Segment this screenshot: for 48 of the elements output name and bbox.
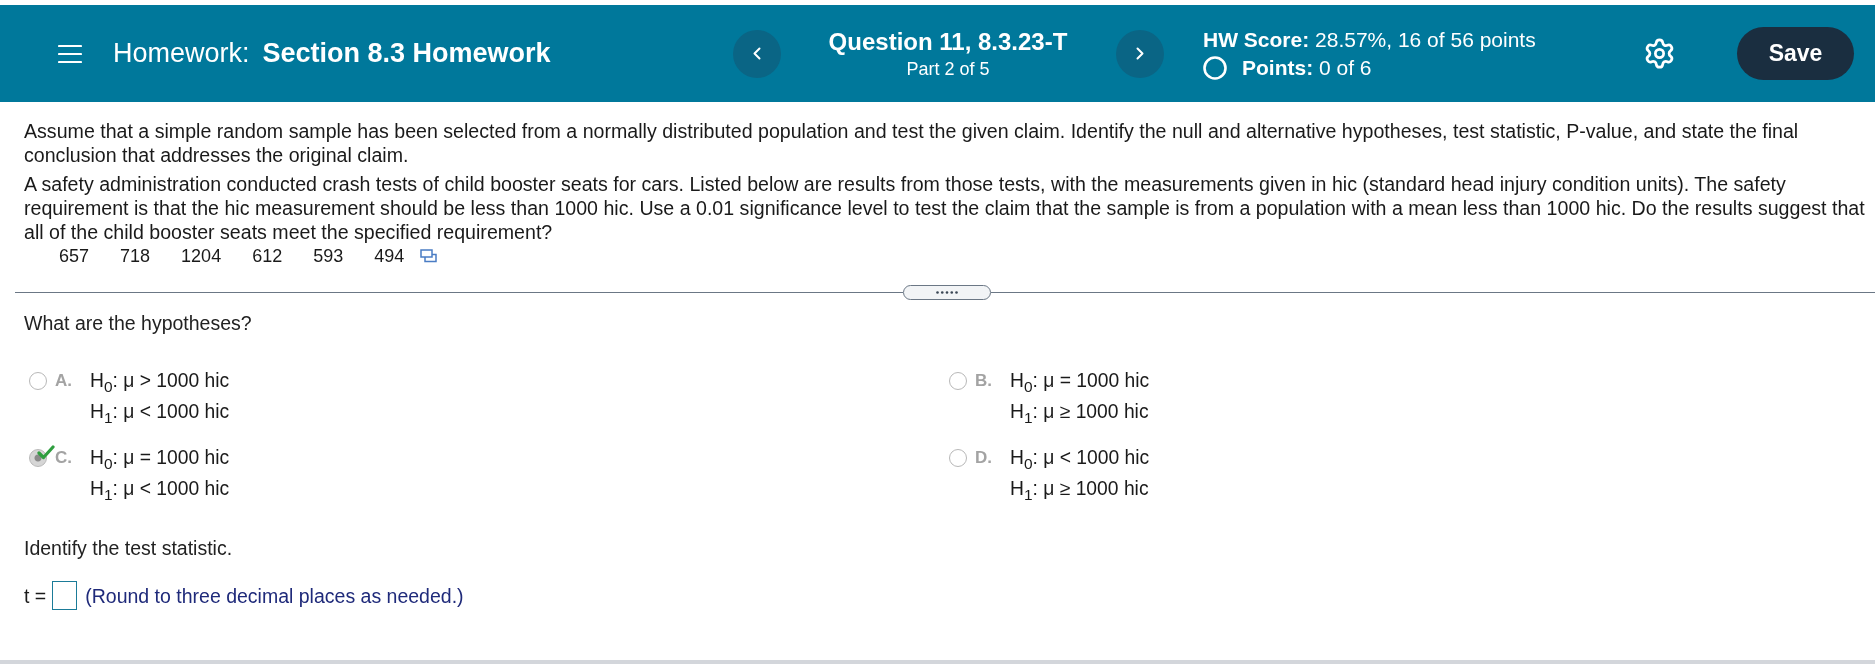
- circle-icon: [1203, 55, 1227, 80]
- null-hypothesis: H$_{0}$: μ < 1000 hic: [1010, 446, 1150, 473]
- data-value: 612: [252, 245, 283, 268]
- points-text: Points: 0 of 6: [1242, 54, 1372, 81]
- t-label: t =: [24, 583, 47, 608]
- data-value: 593: [313, 245, 344, 268]
- null-hypothesis: H$_{0}$: μ = 1000 hic: [1010, 369, 1150, 396]
- dots-icon: [936, 291, 958, 294]
- alternative-hypothesis: H$_{1}$: μ < 1000 hic: [90, 477, 230, 504]
- option-letter: C.: [55, 447, 73, 469]
- data-value: 718: [120, 245, 151, 268]
- data-value: 1204: [181, 245, 222, 268]
- resize-handle[interactable]: [903, 285, 991, 300]
- null-hypothesis: H$_{0}$: μ = 1000 hic: [90, 446, 230, 473]
- test-statistic-prompt: Identify the test statistic.: [24, 536, 234, 560]
- rounding-hint: (Round to three decimal places as needed.): [85, 583, 464, 608]
- copy-icon: [420, 249, 438, 263]
- instructions-text: Assume that a simple random sample has been selected from a normally distributed population and test the given claim. Identify the null and alternative hypotheses, test statistic, P-value, and state the final conclusion that addresses the original claim.: [24, 119, 1800, 167]
- alternative-hypothesis: H$_{1}$: μ < 1000 hic: [90, 400, 230, 427]
- radio-button[interactable]: [29, 371, 47, 390]
- settings-button[interactable]: [1643, 37, 1676, 70]
- checkmark-icon: [37, 445, 55, 460]
- hypotheses-prompt: What are the hypotheses?: [24, 311, 253, 335]
- problem-text: A safety administration conducted crash tests of child booster seats for cars. Listed below are results from those tests, with the measurements given in hic (standard head injury condition units). The safety requirement is that the hic measurement should be less than 1000 hic. Use a 0.01 significance level to test the claim that the sample is from a population with a mean less than 1000 hic. Do the results suggest that all of the child booster seats meet the specified requirement?: [24, 172, 1866, 244]
- homework-title: Section 8.3 Homework: [262, 38, 551, 69]
- question-title: Question 11, 8.3.23-T: [828, 27, 1068, 56]
- null-hypothesis: H$_{0}$: μ > 1000 hic: [90, 369, 230, 396]
- option-letter: A.: [55, 370, 73, 392]
- chevron-left-icon: [753, 47, 761, 60]
- save-button[interactable]: Save: [1737, 27, 1854, 80]
- alternative-hypothesis: H$_{1}$: μ ≥ 1000 hic: [1010, 400, 1150, 427]
- menu-button[interactable]: [58, 43, 82, 64]
- homework-label: Homework:: [113, 38, 250, 69]
- chevron-right-icon: [1136, 47, 1144, 60]
- alternative-hypothesis: H$_{1}$: μ ≥ 1000 hic: [1010, 477, 1150, 504]
- answer-field[interactable]: [52, 581, 78, 610]
- data-window-button[interactable]: [420, 249, 438, 263]
- option-letter: B.: [975, 370, 993, 392]
- data-value: 657: [59, 245, 90, 268]
- settings-icon: [1643, 37, 1676, 70]
- radio-button[interactable]: [949, 371, 967, 390]
- option-letter: D.: [975, 447, 993, 469]
- menu-icon: [58, 43, 82, 64]
- hw-score: HW Score: 28.57%, 16 of 56 points: [1203, 26, 1537, 53]
- radio-button[interactable]: [949, 448, 967, 467]
- question-part: Part 2 of 5: [906, 57, 990, 80]
- radio-button[interactable]: [29, 448, 47, 467]
- data-value: 494: [374, 245, 405, 268]
